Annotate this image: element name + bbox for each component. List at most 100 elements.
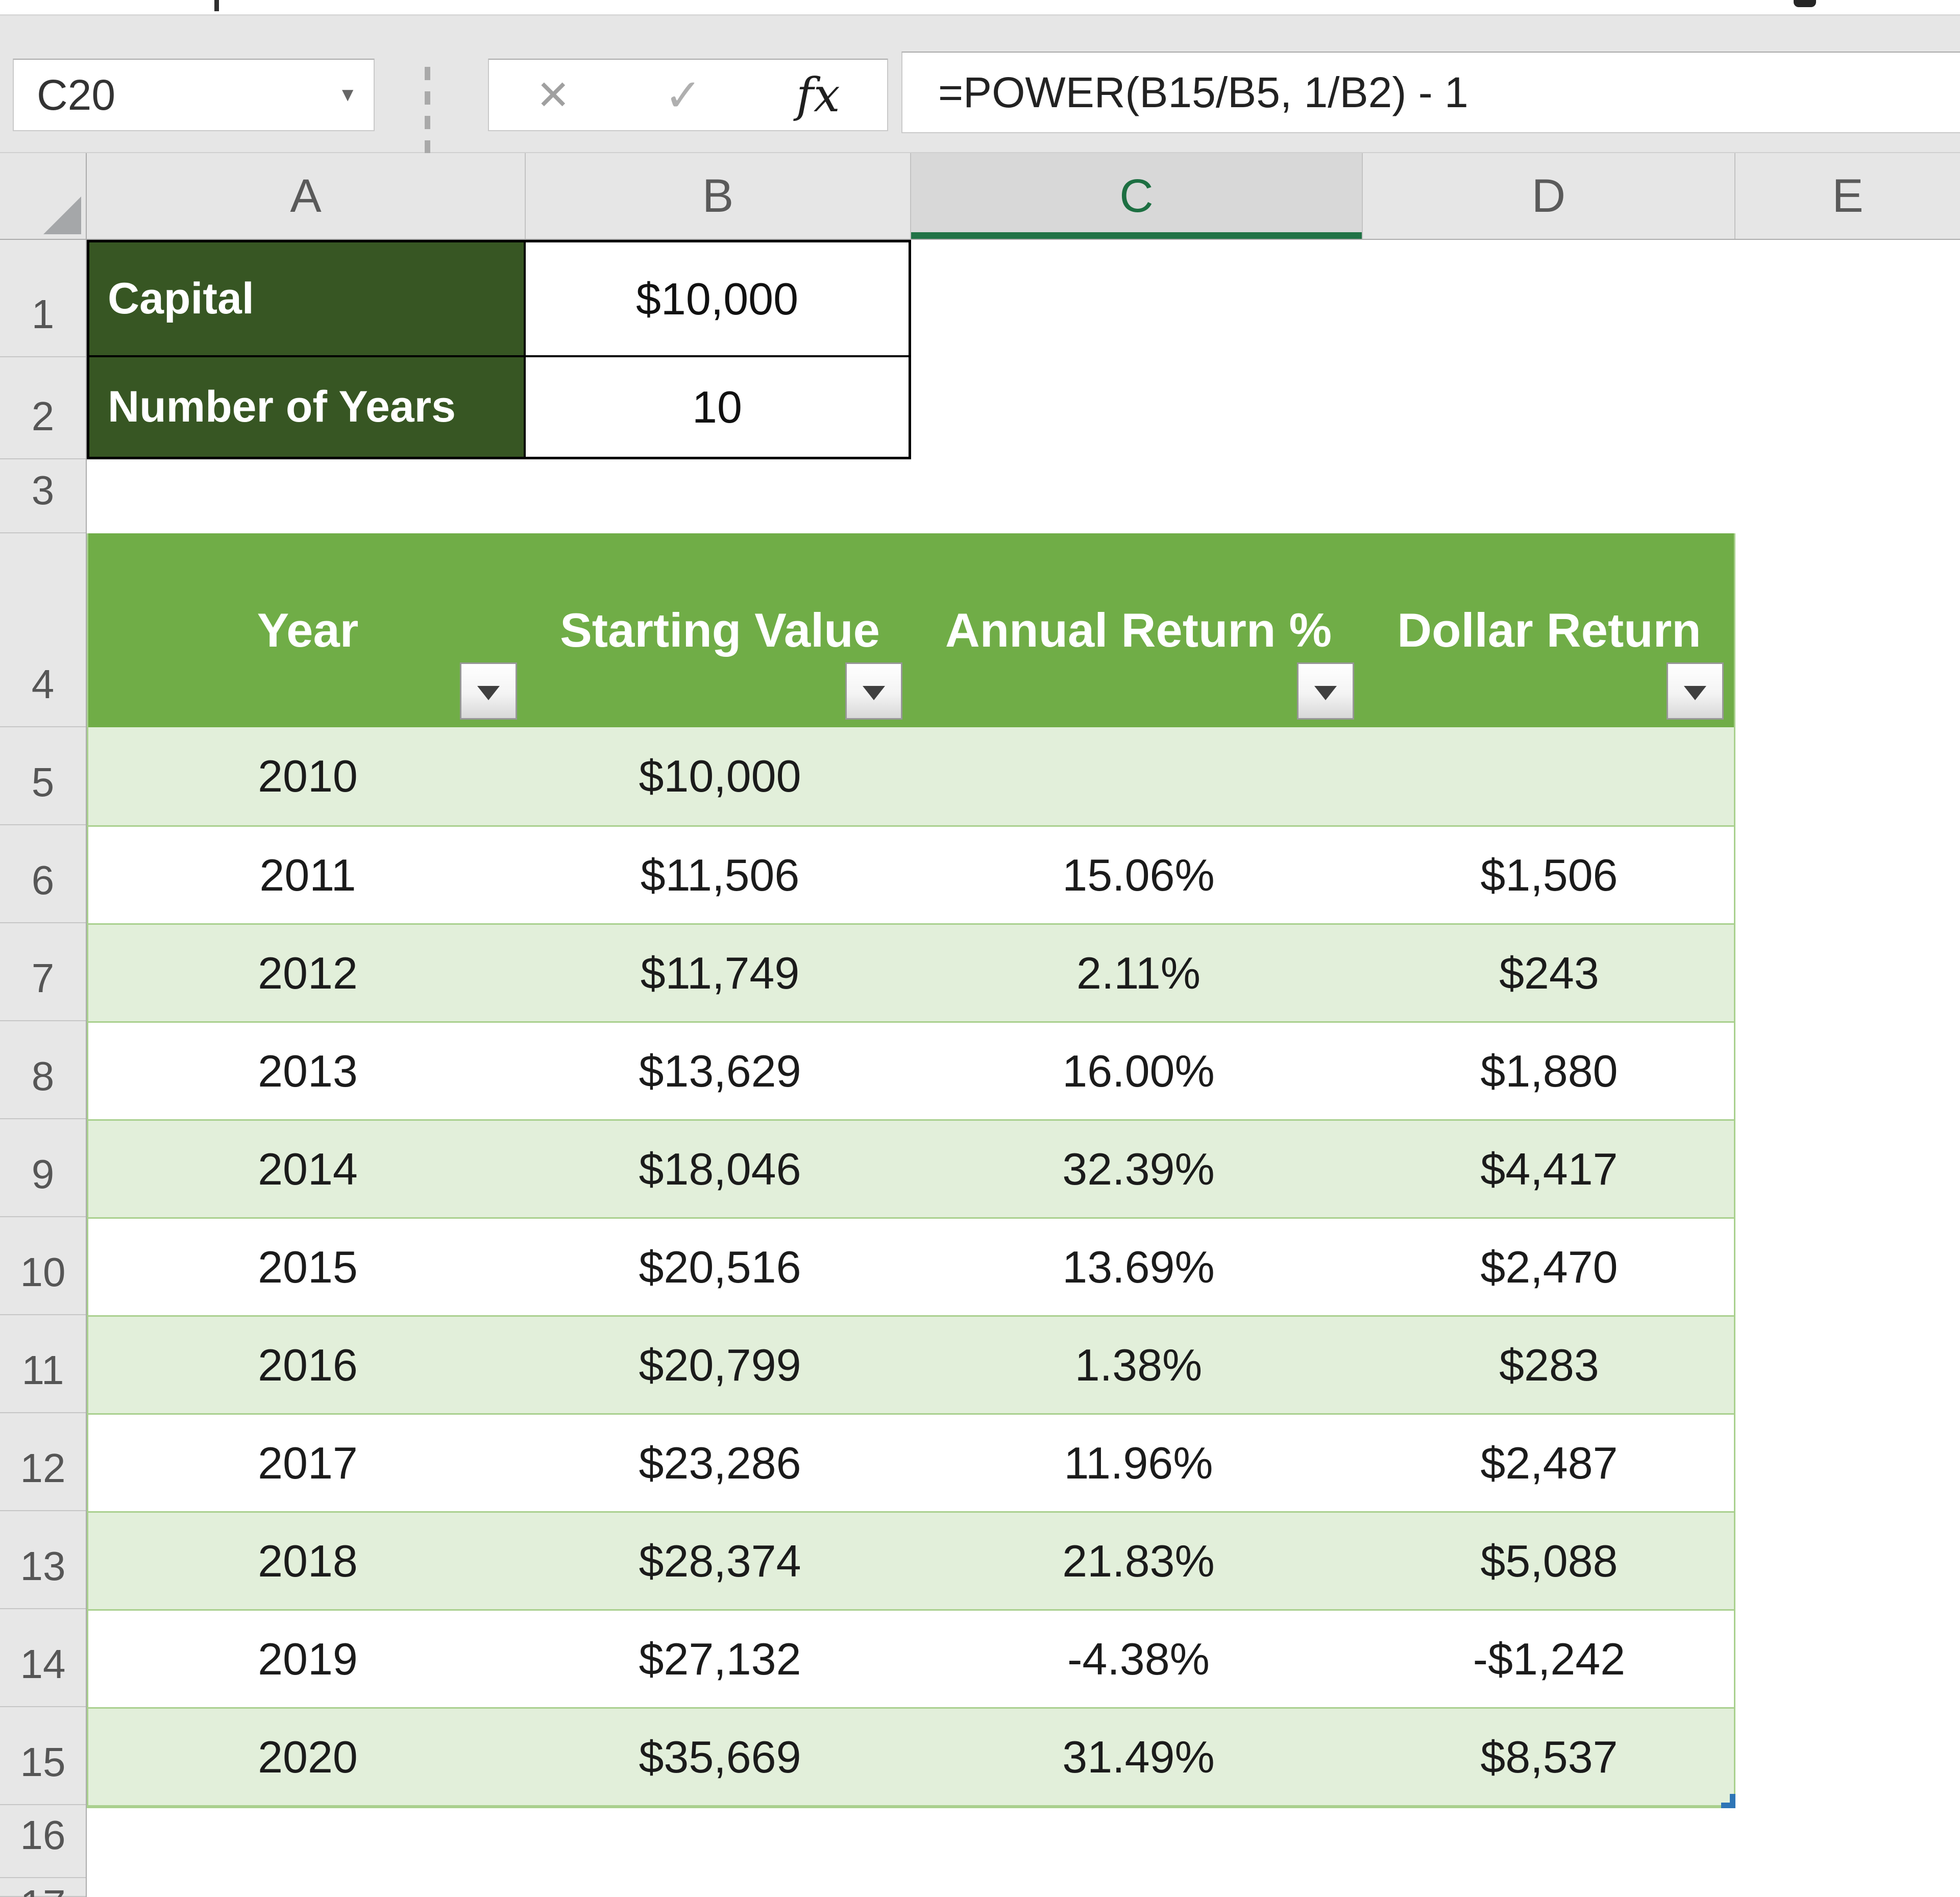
table-cell[interactable]: 11.96% xyxy=(913,1415,1364,1511)
table-cell[interactable]: 1.38% xyxy=(913,1317,1364,1413)
row-header-4[interactable]: 4 xyxy=(0,533,86,727)
table-cell[interactable]: $2,487 xyxy=(1364,1415,1734,1511)
column-header-A[interactable]: A xyxy=(87,153,526,239)
insert-function-icon[interactable]: fx xyxy=(796,68,840,122)
table-cell[interactable]: $23,286 xyxy=(527,1415,913,1511)
table-resize-handle[interactable] xyxy=(1721,1794,1735,1808)
formula-input[interactable]: =POWER(B15/B5, 1/B2) - 1 xyxy=(901,52,1960,133)
formula-bar-grip[interactable] xyxy=(425,67,430,154)
table-row: 2016$20,7991.38%$283 xyxy=(88,1315,1734,1413)
column-header-E[interactable]: E xyxy=(1735,153,1960,239)
table-cell[interactable]: 2012 xyxy=(88,925,527,1021)
table-cell[interactable]: 2.11% xyxy=(913,925,1364,1021)
table-cell[interactable]: $10,000 xyxy=(527,727,913,825)
table-cell[interactable]: $11,749 xyxy=(527,925,913,1021)
table-cell[interactable]: $35,669 xyxy=(527,1709,913,1805)
table-cell[interactable]: $1,506 xyxy=(1364,827,1734,923)
table-cell[interactable]: 2014 xyxy=(88,1121,527,1217)
ribbon-artifact xyxy=(214,0,219,11)
table-cell[interactable]: $5,088 xyxy=(1364,1513,1734,1609)
row-header-15[interactable]: 15 xyxy=(0,1707,86,1805)
cell-B2[interactable]: 10 xyxy=(526,357,909,457)
row-header-9[interactable]: 9 xyxy=(0,1119,86,1217)
row-header-3[interactable]: 3 xyxy=(0,459,86,533)
table-column-header-label: Dollar Return xyxy=(1397,603,1701,658)
filter-button[interactable] xyxy=(460,662,517,720)
table-cell[interactable]: $13,629 xyxy=(527,1023,913,1119)
cell-A1[interactable]: Capital xyxy=(89,242,526,357)
row-header-6[interactable]: 6 xyxy=(0,825,86,923)
filter-button[interactable] xyxy=(1667,662,1724,720)
enter-icon[interactable]: ✓ xyxy=(665,69,702,121)
table-cell[interactable]: 21.83% xyxy=(913,1513,1364,1609)
row-header-5[interactable]: 5 xyxy=(0,727,86,825)
filter-dropdown-icon xyxy=(477,686,500,700)
row-header-8[interactable]: 8 xyxy=(0,1021,86,1119)
table-column-header-label: Starting Value xyxy=(560,603,880,658)
row-header-10[interactable]: 10 xyxy=(0,1217,86,1315)
table-cell[interactable]: -$1,242 xyxy=(1364,1611,1734,1707)
formula-bar-region: C20 ▼ ✕ ✓ fx =POWER(B15/B5, 1/B2) - 1 xyxy=(0,16,1960,153)
table-cell[interactable]: 2017 xyxy=(88,1415,527,1511)
row-header-13[interactable]: 13 xyxy=(0,1511,86,1609)
table-cell[interactable]: $28,374 xyxy=(527,1513,913,1609)
table-cell[interactable]: 32.39% xyxy=(913,1121,1364,1217)
table-row: 2013$13,62916.00%$1,880 xyxy=(88,1021,1734,1119)
table-cell[interactable]: 2011 xyxy=(88,827,527,923)
row-header-17[interactable]: 17 xyxy=(0,1878,86,1897)
returns-table-body: 2010$10,0002011$11,50615.06%$1,5062012$1… xyxy=(88,727,1734,1805)
table-cell[interactable]: 16.00% xyxy=(913,1023,1364,1119)
table-cell[interactable] xyxy=(913,727,1364,825)
table-column-header-label: Year xyxy=(257,603,359,658)
table-row: 2014$18,04632.39%$4,417 xyxy=(88,1119,1734,1217)
row-header-1[interactable]: 1 xyxy=(0,240,86,357)
table-cell[interactable]: $243 xyxy=(1364,925,1734,1021)
filter-dropdown-icon xyxy=(1314,686,1337,700)
table-cell[interactable]: 2018 xyxy=(88,1513,527,1609)
select-all-corner[interactable] xyxy=(0,153,87,240)
table-cell[interactable]: $8,537 xyxy=(1364,1709,1734,1805)
table-cell[interactable]: $20,799 xyxy=(527,1317,913,1413)
table-cell[interactable]: 2020 xyxy=(88,1709,527,1805)
column-header-B[interactable]: B xyxy=(526,153,911,239)
row-header-16[interactable]: 16 xyxy=(0,1805,86,1878)
row-header-12[interactable]: 12 xyxy=(0,1413,86,1511)
table-cell[interactable]: $11,506 xyxy=(527,827,913,923)
row-header-7[interactable]: 7 xyxy=(0,923,86,1021)
row-header-11[interactable]: 11 xyxy=(0,1315,86,1413)
table-row: 2010$10,000 xyxy=(88,727,1734,825)
table-cell[interactable]: $283 xyxy=(1364,1317,1734,1413)
name-box-value: C20 xyxy=(14,70,338,120)
table-cell[interactable]: $4,417 xyxy=(1364,1121,1734,1217)
table-cell[interactable]: $2,470 xyxy=(1364,1219,1734,1315)
column-header-D[interactable]: D xyxy=(1363,153,1735,239)
cell-A2[interactable]: Number of Years xyxy=(89,357,526,457)
column-header-C[interactable]: C xyxy=(911,153,1363,239)
table-cell[interactable]: 2015 xyxy=(88,1219,527,1315)
table-cell[interactable]: 15.06% xyxy=(913,827,1364,923)
table-cell[interactable]: 31.49% xyxy=(913,1709,1364,1805)
cell-B2-value: 10 xyxy=(692,381,742,433)
table-cell[interactable]: 2013 xyxy=(88,1023,527,1119)
row-header-2[interactable]: 2 xyxy=(0,357,86,459)
table-row: 2019$27,132-4.38%-$1,242 xyxy=(88,1609,1734,1707)
table-cell[interactable]: $27,132 xyxy=(527,1611,913,1707)
table-row: 2012$11,7492.11%$243 xyxy=(88,923,1734,1021)
filter-button[interactable] xyxy=(845,662,902,720)
chevron-down-icon[interactable]: ▼ xyxy=(338,84,374,106)
table-cell[interactable]: 13.69% xyxy=(913,1219,1364,1315)
table-cell[interactable]: 2010 xyxy=(88,727,527,825)
filter-button[interactable] xyxy=(1297,662,1354,720)
table-column-header: Dollar Return xyxy=(1364,533,1734,727)
table-cell[interactable]: -4.38% xyxy=(913,1611,1364,1707)
row-header-14[interactable]: 14 xyxy=(0,1609,86,1707)
table-cell[interactable] xyxy=(1364,727,1734,825)
table-cell[interactable]: 2016 xyxy=(88,1317,527,1413)
cancel-icon[interactable]: ✕ xyxy=(536,71,570,119)
table-cell[interactable]: $20,516 xyxy=(527,1219,913,1315)
name-box[interactable]: C20 ▼ xyxy=(13,59,375,131)
cell-B1[interactable]: $10,000 xyxy=(526,242,909,357)
table-cell[interactable]: $18,046 xyxy=(527,1121,913,1217)
table-cell[interactable]: $1,880 xyxy=(1364,1023,1734,1119)
table-cell[interactable]: 2019 xyxy=(88,1611,527,1707)
